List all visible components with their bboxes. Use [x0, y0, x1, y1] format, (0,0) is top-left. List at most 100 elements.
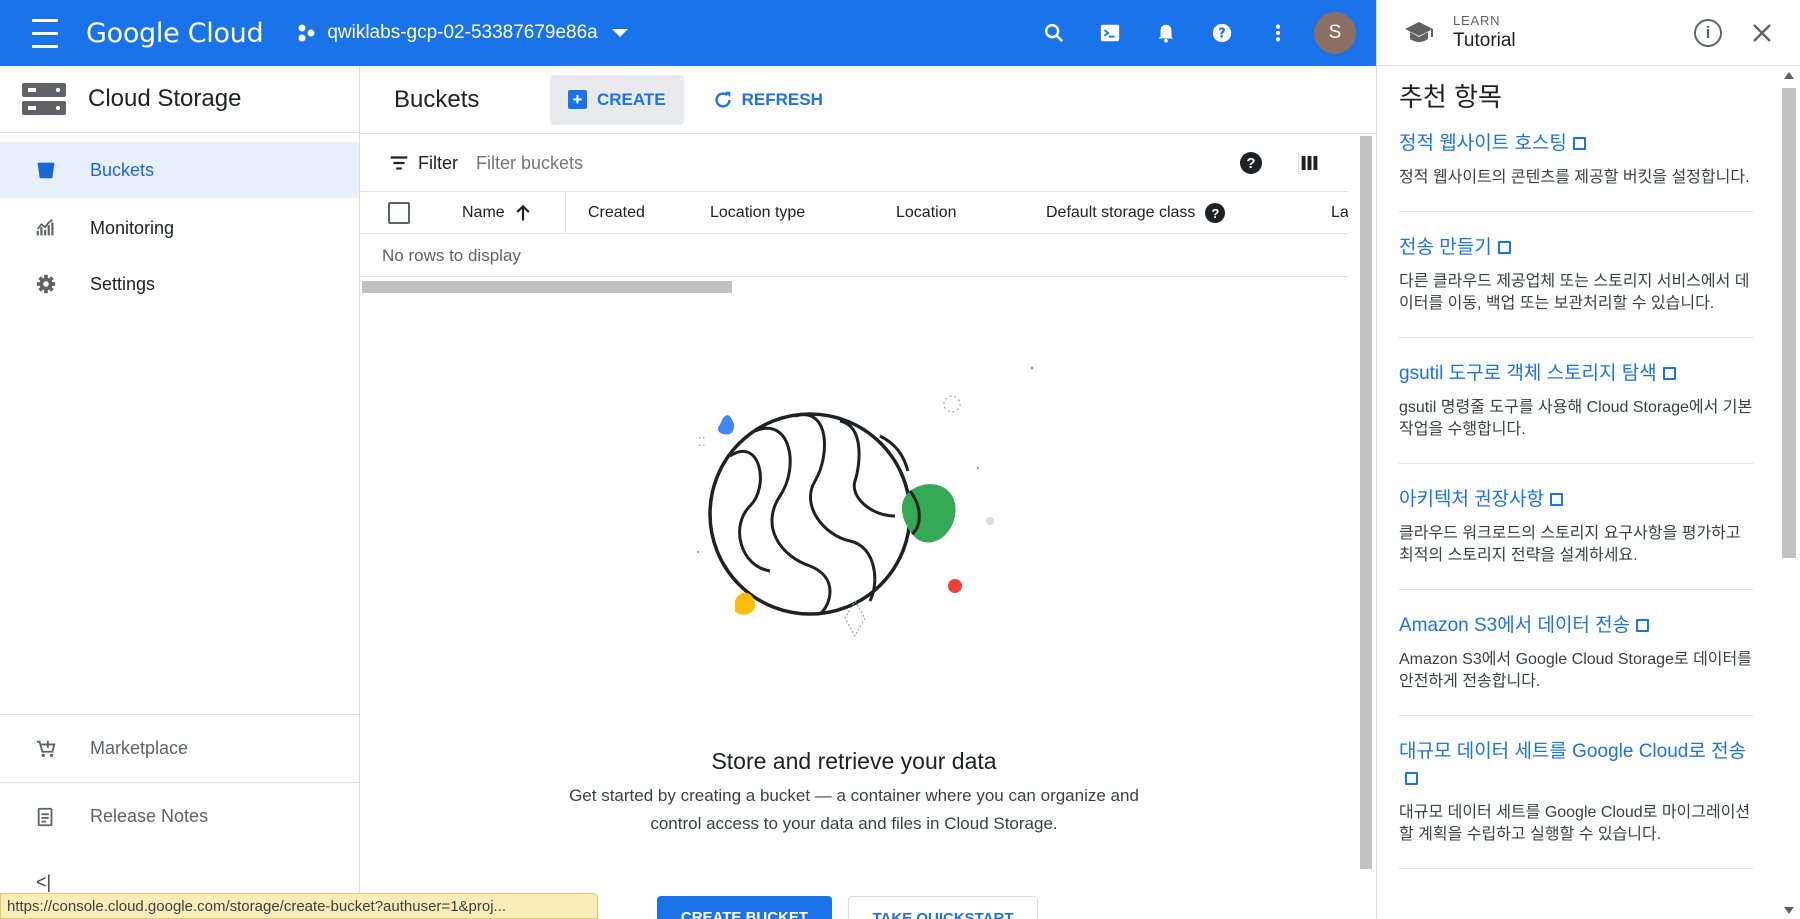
recommendation-link[interactable]: 정적 웹사이트 호스팅: [1399, 133, 1586, 154]
recommendation-desc: 다른 클라우드 제공업체 또는 스토리지 서비스에서 데이터를 이동, 백업 또…: [1399, 273, 1750, 312]
nav-label-monitoring: Monitoring: [90, 217, 175, 238]
column-header-created[interactable]: Created: [588, 204, 710, 222]
recommendation-item: 대규모 데이터 세트를 Google Cloud로 전송 대규모 데이터 세트를…: [1399, 738, 1753, 869]
tutorial-label: Tutorial: [1453, 30, 1516, 51]
nav-item-release-notes[interactable]: Release Notes: [0, 782, 360, 850]
recommendations-title: 추천 항목: [1399, 82, 1502, 112]
help-icon: ?: [1212, 23, 1232, 43]
scrollbar-thumb[interactable]: [1782, 88, 1796, 558]
nav-label-buckets: Buckets: [90, 159, 155, 180]
nav-label-settings: Settings: [90, 273, 156, 294]
create-button[interactable]: + CREATE: [550, 74, 684, 125]
more-vert-icon: [1275, 24, 1281, 42]
recommendation-item: 전송 만들기 다른 클라우드 제공업체 또는 스토리지 서비스에서 데이터를 이…: [1399, 234, 1753, 338]
horizontal-scrollbar[interactable]: [362, 281, 732, 293]
release-notes-icon: [32, 803, 60, 831]
learn-tutorial-panel: LEARN Tutorial i 추천 항목 정적 웹사이트 호스팅 정적 웹사…: [1376, 0, 1800, 919]
collapse-nav-button[interactable]: <|: [36, 872, 51, 893]
main-vertical-scrollbar[interactable]: [1360, 136, 1372, 869]
nav-label-marketplace: Marketplace: [90, 738, 189, 758]
bell-icon: [1158, 24, 1174, 43]
recommendation-item: Amazon S3에서 데이터 전송 Amazon S3에서 Google Cl…: [1399, 612, 1753, 716]
recommendation-link[interactable]: 아키텍처 권장사항: [1399, 489, 1564, 510]
help-icon[interactable]: ?: [1205, 203, 1226, 223]
main-content: Buckets + CREATE REFRESH Filter ? Name C…: [360, 66, 1376, 919]
marketplace-cart-icon: [32, 735, 60, 763]
column-display-options-button[interactable]: [1298, 152, 1320, 174]
empty-state-title: Store and retrieve your data: [711, 748, 997, 774]
column-header-location-type[interactable]: Location type: [710, 204, 896, 222]
recommendation-title: 전송 만들기: [1399, 237, 1492, 258]
storage-icon: [22, 83, 66, 115]
recommendation-title: 아키텍처 권장사항: [1399, 489, 1545, 510]
column-header-labels[interactable]: La: [1331, 204, 1348, 222]
empty-state-globe-illustration: ⁚⁚: [696, 366, 1034, 638]
page-title: Buckets: [394, 85, 480, 113]
recommendation-desc: 정적 웹사이트의 콘텐츠를 제공할 버킷을 설정합니다.: [1399, 169, 1750, 186]
nav-item-marketplace[interactable]: Marketplace: [0, 714, 360, 782]
nav-item-settings[interactable]: Settings: [0, 256, 359, 312]
columns-icon: [1301, 156, 1318, 170]
refresh-button[interactable]: REFRESH: [694, 75, 841, 125]
monitoring-icon: [32, 214, 60, 242]
filter-label: Filter: [418, 152, 458, 173]
bucket-icon: [32, 156, 60, 184]
select-all-checkbox[interactable]: [388, 202, 410, 224]
cloud-shell-button[interactable]: [1082, 5, 1138, 61]
nav-label-release-notes: Release Notes: [90, 806, 209, 826]
recommendation-desc: 클라우드 워크로드의 스토리지 요구사항을 평가하고 최적의 스토리지 전략을 …: [1399, 525, 1741, 564]
help-button[interactable]: ?: [1194, 5, 1250, 61]
take-quickstart-button[interactable]: TAKE QUICKSTART: [848, 896, 1038, 919]
panel-vertical-scrollbar[interactable]: [1782, 70, 1796, 916]
close-icon[interactable]: [1750, 21, 1774, 45]
filter-buckets-input[interactable]: [476, 152, 976, 174]
filter-help-icon[interactable]: ?: [1240, 152, 1262, 174]
project-name: qwiklabs-gcp-02-53387679e86a: [327, 22, 598, 43]
svg-text:⁚⁚: ⁚⁚: [698, 435, 706, 449]
recommendation-link[interactable]: 전송 만들기: [1399, 237, 1511, 258]
more-options-button[interactable]: [1250, 5, 1306, 61]
column-header-name[interactable]: Name: [462, 193, 566, 233]
column-header-default-storage-class[interactable]: Default storage class ?: [1046, 203, 1331, 223]
nav-item-buckets[interactable]: Buckets: [0, 142, 359, 198]
open-in-new-icon: [1636, 619, 1650, 632]
avatar[interactable]: S: [1314, 12, 1356, 54]
graduation-cap-icon: [1405, 21, 1433, 42]
empty-desc-line-2: control access to your data and files in…: [650, 814, 1058, 833]
nav-item-monitoring[interactable]: Monitoring: [0, 200, 359, 256]
panel-header: LEARN Tutorial i: [1377, 0, 1800, 66]
gear-icon: [32, 270, 60, 298]
panel-body: 추천 항목 정적 웹사이트 호스팅 정적 웹사이트의 콘텐츠를 제공할 버킷을 …: [1377, 67, 1777, 919]
search-button[interactable]: [1026, 5, 1082, 61]
main-menu-button[interactable]: [12, 0, 78, 66]
recommendation-link[interactable]: gsutil 도구로 객체 스토리지 탐색: [1399, 363, 1676, 384]
project-selector[interactable]: qwiklabs-gcp-02-53387679e86a: [297, 22, 628, 44]
column-header-location[interactable]: Location: [896, 204, 1046, 222]
status-bar-url: https://console.cloud.google.com/storage…: [0, 893, 598, 919]
empty-desc-line-1: Get started by creating a bucket — a con…: [569, 786, 1139, 805]
create-label: CREATE: [597, 89, 666, 109]
open-in-new-icon: [1405, 772, 1418, 785]
nav-bottom-section: Marketplace Release Notes: [0, 714, 360, 850]
scroll-down-arrow-icon[interactable]: [1784, 907, 1794, 914]
top-app-bar: Google Cloud qwiklabs-gcp-02-53387679e86…: [0, 0, 1376, 66]
info-icon[interactable]: i: [1694, 18, 1722, 47]
no-rows-message: No rows to display: [360, 235, 1348, 277]
open-in-new-icon: [1662, 367, 1676, 380]
recommendation-link[interactable]: 대규모 데이터 세트를 Google Cloud로 전송: [1399, 741, 1746, 789]
product-header: Cloud Storage: [0, 66, 359, 133]
open-in-new-icon: [1550, 493, 1564, 506]
column-dsc-label: Default storage class: [1046, 204, 1196, 221]
create-bucket-button[interactable]: CREATE BUCKET: [657, 896, 832, 919]
recommendation-desc: 대규모 데이터 세트를 Google Cloud로 마이그레이션할 계획을 수립…: [1399, 804, 1751, 843]
notifications-button[interactable]: [1138, 5, 1194, 61]
left-navigation: Cloud Storage Buckets Monitoring Setting…: [0, 66, 360, 919]
google-cloud-logo[interactable]: Google Cloud: [86, 18, 264, 49]
recommendation-link[interactable]: Amazon S3에서 데이터 전송: [1399, 615, 1650, 636]
product-title: Cloud Storage: [88, 85, 242, 112]
scroll-up-arrow-icon[interactable]: [1784, 72, 1794, 79]
refresh-label: REFRESH: [741, 89, 823, 109]
column-name-label: Name: [462, 204, 505, 221]
chevron-down-icon: [611, 29, 628, 37]
project-dots-icon: [298, 24, 315, 42]
